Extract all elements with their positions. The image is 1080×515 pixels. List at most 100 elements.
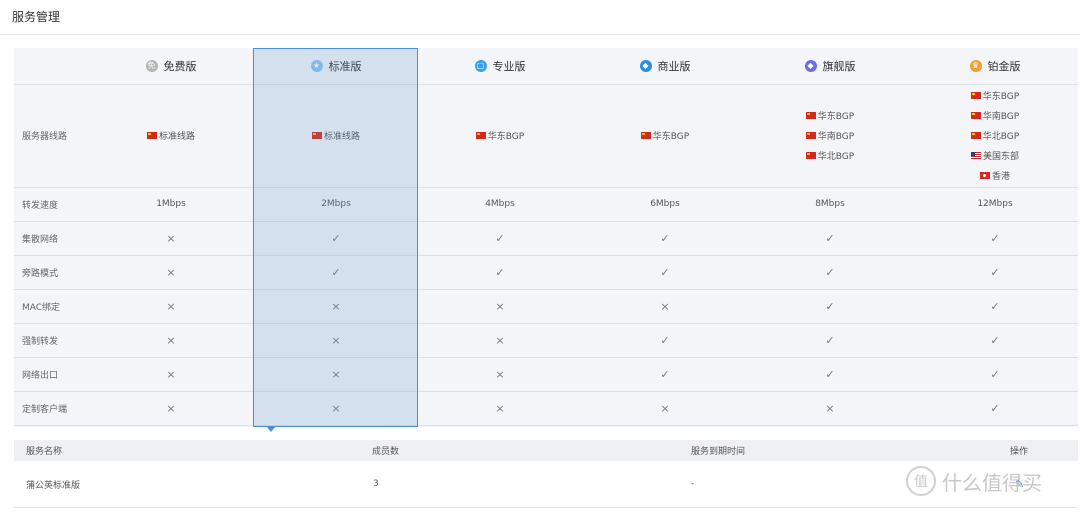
check-icon: ✓ xyxy=(913,323,1077,357)
diamond-icon: ◆ xyxy=(639,60,652,72)
tier-name: 专业版 xyxy=(492,60,526,73)
check-icon: ✓ xyxy=(583,323,747,357)
cross-icon: × xyxy=(89,323,253,357)
tier-name: 商业版 xyxy=(657,60,691,73)
selected-plan-highlight[interactable] xyxy=(253,48,418,427)
cross-icon: × xyxy=(583,391,747,425)
cross-mark: × xyxy=(166,333,176,347)
check-mark: ✓ xyxy=(825,265,835,279)
route-name: 华南BGP xyxy=(817,132,855,142)
check-mark: ✓ xyxy=(990,299,1000,313)
route-name: 华北BGP xyxy=(982,132,1020,142)
cross-icon: × xyxy=(89,357,253,391)
feature-row: 集散网络 × ✓ ✓ ✓ ✓ ✓ xyxy=(14,221,1078,256)
check-mark: ✓ xyxy=(990,367,1000,381)
check-icon: ✓ xyxy=(913,289,1077,323)
tier-name: 免费版 xyxy=(163,60,197,73)
column-header-expiry: 服务到期时间 xyxy=(691,447,746,457)
check-mark: ✓ xyxy=(660,367,670,381)
watermark-logo-icon: 值 xyxy=(906,466,936,496)
cross-mark: × xyxy=(166,299,176,313)
route-row: 服务器线路 标准线路 标准线路 华东BGP 华东BGP 华东BGP 华南BGP 华北BGP 华东… xyxy=(14,84,1078,188)
route-name: 标准线路 xyxy=(158,132,195,142)
check-icon: ✓ xyxy=(418,221,582,255)
cross-icon: × xyxy=(89,391,253,425)
cross-icon: × xyxy=(418,289,582,323)
cross-icon: × xyxy=(89,221,253,255)
feature-row: MAC绑定 × × × × ✓ ✓ xyxy=(14,289,1078,324)
route-name: 香港 xyxy=(991,172,1010,182)
plan-comparison-table: 免免费版 ★ 标准版 ▢ 专业版 ◆ 商业版 ◆ 旗舰版 ♛ 铂金版 服务器线路 标准线路 标准线路 华东B… xyxy=(14,48,1078,427)
check-icon: ✓ xyxy=(583,357,747,391)
cross-mark: × xyxy=(660,401,670,415)
route-cell: 标准线路 xyxy=(89,84,253,187)
route-item: 华东BGP xyxy=(475,129,525,142)
route-list: 华东BGP 华南BGP 华北BGP xyxy=(805,109,855,162)
route-item: 标准线路 xyxy=(146,129,195,142)
selected-plan-pointer xyxy=(266,426,276,432)
check-mark: ✓ xyxy=(990,401,1000,415)
watermark-text: 什么值得买 xyxy=(942,470,1042,495)
route-list: 标准线路 xyxy=(146,129,195,142)
speed-cell: 8Mbps xyxy=(815,199,845,209)
page-header: 服务管理 xyxy=(0,0,1080,35)
check-mark: ✓ xyxy=(825,231,835,245)
route-name: 华东BGP xyxy=(982,92,1020,102)
cross-mark: × xyxy=(166,231,176,245)
route-name: 华东BGP xyxy=(487,132,525,142)
route-item: 华北BGP xyxy=(805,149,854,162)
plan-header-row: 免免费版 ★ 标准版 ▢ 专业版 ◆ 商业版 ◆ 旗舰版 ♛ 铂金版 xyxy=(14,48,1078,85)
cross-icon: × xyxy=(89,289,253,323)
route-cell: 华东BGP xyxy=(418,84,582,187)
route-name: 华东BGP xyxy=(652,132,690,142)
check-mark: ✓ xyxy=(495,231,505,245)
check-icon: ✓ xyxy=(748,289,912,323)
feature-row: 网络出口 × × × ✓ ✓ ✓ xyxy=(14,357,1078,392)
row-label: 旁路模式 xyxy=(22,268,59,279)
route-item: 香港 xyxy=(979,169,1010,182)
cross-icon: × xyxy=(418,391,582,425)
member-count-cell: 3 xyxy=(373,479,379,489)
row-label: 定制客户端 xyxy=(22,404,68,415)
check-mark: ✓ xyxy=(990,333,1000,347)
feature-row: 定制客户端 × × × × × ✓ xyxy=(14,391,1078,426)
route-item: 华南BGP xyxy=(970,109,1019,122)
flag-cn-icon xyxy=(640,132,651,139)
column-header-member-count: 成员数 xyxy=(372,447,400,457)
route-name: 美国东部 xyxy=(982,152,1019,162)
cross-icon: × xyxy=(748,391,912,425)
check-mark: ✓ xyxy=(825,333,835,347)
feature-row: 旁路模式 × ✓ ✓ ✓ ✓ ✓ xyxy=(14,255,1078,290)
speed-cell: 12Mbps xyxy=(977,199,1013,209)
check-mark: ✓ xyxy=(660,333,670,347)
flag-cn-icon xyxy=(146,132,157,139)
flag-cn-icon xyxy=(805,132,816,139)
flag-hk-icon xyxy=(979,172,990,179)
page-title: 服务管理 xyxy=(12,10,61,24)
tier-header-4: ◆ 商业版 xyxy=(583,48,747,84)
flag-cn-icon xyxy=(475,132,486,139)
tier-name: 旗舰版 xyxy=(822,60,856,73)
route-item: 华北BGP xyxy=(970,129,1020,142)
check-icon: ✓ xyxy=(583,255,747,289)
check-mark: ✓ xyxy=(495,265,505,279)
route-item: 华东BGP xyxy=(970,89,1020,102)
route-cell: 华东BGP xyxy=(583,84,747,187)
service-name-cell: 蒲公英标准版 xyxy=(26,480,81,491)
check-icon: ✓ xyxy=(913,357,1077,391)
row-label: 集散网络 xyxy=(22,234,59,245)
check-mark: ✓ xyxy=(990,265,1000,279)
tier-header-1: 免免费版 xyxy=(89,48,253,84)
cross-mark: × xyxy=(166,367,176,381)
row-label: 网络出口 xyxy=(22,370,59,381)
route-name: 华东BGP xyxy=(817,112,855,122)
route-item: 美国东部 xyxy=(970,149,1019,162)
check-icon: ✓ xyxy=(748,357,912,391)
speed-row: 转发速度 1Mbps 2Mbps 4Mbps 6Mbps 8Mbps 12Mbps xyxy=(14,187,1078,222)
flag-cn-icon xyxy=(805,152,816,159)
cross-mark: × xyxy=(166,401,176,415)
cross-icon: × xyxy=(583,289,747,323)
speed-cell: 6Mbps xyxy=(650,199,680,209)
route-item: 华南BGP xyxy=(805,129,855,142)
route-cell: 华东BGP 华南BGP 华北BGP xyxy=(748,84,912,187)
